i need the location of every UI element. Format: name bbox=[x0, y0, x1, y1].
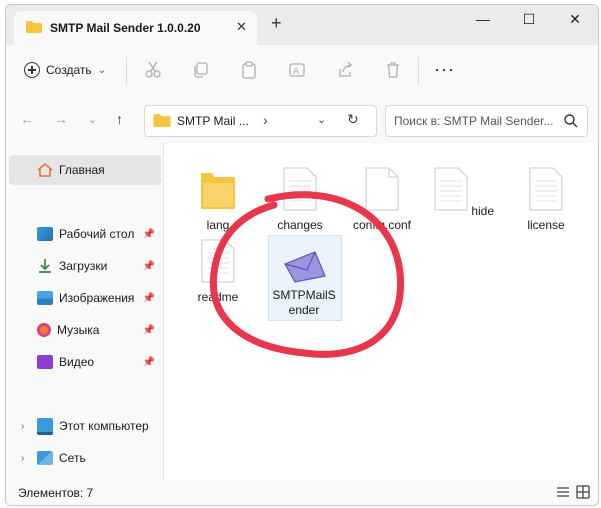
toolbar-divider bbox=[126, 57, 127, 85]
file-item[interactable]: hide bbox=[428, 167, 500, 218]
copy-icon[interactable] bbox=[192, 61, 210, 79]
chevron-right-icon[interactable]: › bbox=[21, 421, 24, 432]
item-count: Элементов: 7 bbox=[18, 486, 94, 500]
sidebar-item-home[interactable]: Главная bbox=[9, 155, 161, 185]
computer-icon bbox=[37, 417, 53, 435]
recent-locations-button[interactable]: ⌄ bbox=[88, 113, 97, 126]
file-item[interactable]: config.conf bbox=[346, 167, 418, 232]
refresh-button[interactable]: ↻ bbox=[347, 111, 359, 128]
sidebar-item-label: Загрузки bbox=[59, 259, 108, 273]
envelope-icon bbox=[284, 251, 326, 283]
back-button[interactable]: ← bbox=[20, 111, 34, 127]
network-icon bbox=[37, 451, 53, 465]
breadcrumb[interactable]: SMTP Mail ... bbox=[177, 114, 249, 128]
document-icon bbox=[529, 167, 563, 211]
document-icon bbox=[434, 167, 468, 211]
search-input[interactable]: Поиск в: SMTP Mail Sender... bbox=[385, 105, 588, 137]
document-icon bbox=[201, 239, 235, 283]
search-icon[interactable] bbox=[564, 114, 578, 128]
forward-button[interactable]: → bbox=[54, 111, 68, 127]
sidebar-item-label: Музыка bbox=[57, 323, 100, 337]
folder-icon bbox=[153, 114, 171, 127]
file-name: readme bbox=[197, 290, 239, 304]
file-name: changes bbox=[277, 218, 323, 232]
sidebar-item-pictures[interactable]: Изображения 📌 bbox=[9, 283, 161, 313]
desktop-icon bbox=[37, 227, 53, 241]
title-bar: SMTP Mail Sender 1.0.0.20 ✕ + — ☐ ✕ bbox=[6, 5, 598, 45]
download-icon bbox=[39, 259, 51, 273]
file-name: license bbox=[527, 218, 565, 232]
document-icon bbox=[365, 167, 399, 211]
sidebar-item-network[interactable]: › Сеть bbox=[9, 443, 161, 473]
file-name: hide bbox=[471, 204, 495, 218]
sidebar-item-label: Изображения bbox=[59, 291, 135, 305]
file-name: lang bbox=[206, 218, 230, 232]
command-bar: Создать ⌄ A ··· bbox=[6, 45, 598, 98]
pin-icon[interactable]: 📌 bbox=[143, 357, 155, 368]
file-item[interactable]: changes bbox=[264, 167, 336, 232]
sidebar-item-label: Сеть bbox=[59, 451, 86, 465]
share-icon[interactable] bbox=[336, 61, 354, 79]
more-options-icon[interactable]: ··· bbox=[434, 59, 455, 80]
pin-icon[interactable]: 📌 bbox=[143, 325, 155, 336]
delete-icon[interactable] bbox=[384, 61, 402, 79]
file-item-selected[interactable]: SMTPMailS ender bbox=[268, 235, 342, 321]
folder-icon bbox=[201, 173, 236, 209]
file-item[interactable]: lang bbox=[182, 167, 254, 232]
status-bar: Элементов: 7 bbox=[6, 481, 598, 505]
svg-text:A: A bbox=[293, 66, 299, 76]
create-label: Создать bbox=[46, 63, 92, 77]
file-name: config.conf bbox=[352, 218, 412, 232]
address-dropdown-icon[interactable]: ⌄ bbox=[317, 113, 326, 126]
address-row: ← → ⌄ ↑ SMTP Mail ... › ⌄ ↻ Поиск в: SMT… bbox=[6, 97, 598, 143]
sidebar-item-desktop[interactable]: Рабочий стол 📌 bbox=[9, 219, 161, 249]
file-item[interactable]: license bbox=[510, 167, 582, 232]
file-name: SMTPMailS ender bbox=[272, 288, 336, 317]
details-view-icon[interactable] bbox=[556, 485, 570, 499]
sidebar-item-this-pc[interactable]: › Этот компьютер bbox=[9, 411, 161, 441]
music-icon bbox=[37, 323, 51, 337]
paste-icon[interactable] bbox=[240, 61, 258, 79]
sidebar-item-downloads[interactable]: Загрузки 📌 bbox=[9, 251, 161, 281]
breadcrumb-chevron-icon[interactable]: › bbox=[263, 112, 268, 128]
sidebar-item-label: Главная bbox=[59, 163, 105, 177]
file-list: lang changes config.conf hide license re… bbox=[164, 143, 598, 481]
home-icon bbox=[37, 163, 53, 177]
explorer-window: SMTP Mail Sender 1.0.0.20 ✕ + — ☐ ✕ Созд… bbox=[5, 4, 599, 506]
video-icon bbox=[37, 355, 53, 369]
new-tab-button[interactable]: + bbox=[271, 14, 282, 32]
document-icon bbox=[283, 167, 317, 211]
search-placeholder: Поиск в: SMTP Mail Sender... bbox=[394, 114, 554, 128]
sidebar-item-music[interactable]: Музыка 📌 bbox=[9, 315, 161, 345]
pin-icon[interactable]: 📌 bbox=[143, 229, 155, 240]
chevron-right-icon[interactable]: › bbox=[21, 453, 24, 464]
tab-title: SMTP Mail Sender 1.0.0.20 bbox=[50, 21, 201, 35]
chevron-down-icon: ⌄ bbox=[97, 64, 106, 76]
plus-icon bbox=[24, 62, 40, 78]
address-bar[interactable]: SMTP Mail ... › ⌄ ↻ bbox=[144, 105, 377, 137]
pictures-icon bbox=[37, 291, 53, 305]
minimize-button[interactable]: — bbox=[468, 11, 498, 27]
tab-close-button[interactable]: ✕ bbox=[236, 19, 247, 35]
sidebar-item-label: Рабочий стол bbox=[59, 227, 135, 241]
file-item[interactable]: readme bbox=[182, 239, 254, 304]
sidebar-item-videos[interactable]: Видео 📌 bbox=[9, 347, 161, 377]
sidebar-item-label: Видео bbox=[59, 355, 95, 369]
maximize-button[interactable]: ☐ bbox=[514, 11, 544, 28]
rename-icon[interactable]: A bbox=[288, 61, 306, 79]
navigation-pane: Главная Рабочий стол 📌 Загрузки 📌 Изобра… bbox=[6, 143, 163, 481]
pin-icon[interactable]: 📌 bbox=[143, 293, 155, 304]
toolbar-divider bbox=[418, 57, 419, 85]
pin-icon[interactable]: 📌 bbox=[143, 261, 155, 272]
cut-icon[interactable] bbox=[144, 61, 162, 79]
window-tab[interactable]: SMTP Mail Sender 1.0.0.20 ✕ bbox=[14, 11, 257, 45]
sidebar-item-label: Этот компьютер bbox=[59, 419, 149, 433]
folder-icon bbox=[26, 21, 42, 33]
up-button[interactable]: ↑ bbox=[116, 111, 123, 127]
close-button[interactable]: ✕ bbox=[560, 11, 590, 28]
create-button[interactable]: Создать ⌄ bbox=[24, 59, 106, 81]
large-icons-view-icon[interactable] bbox=[576, 485, 590, 499]
